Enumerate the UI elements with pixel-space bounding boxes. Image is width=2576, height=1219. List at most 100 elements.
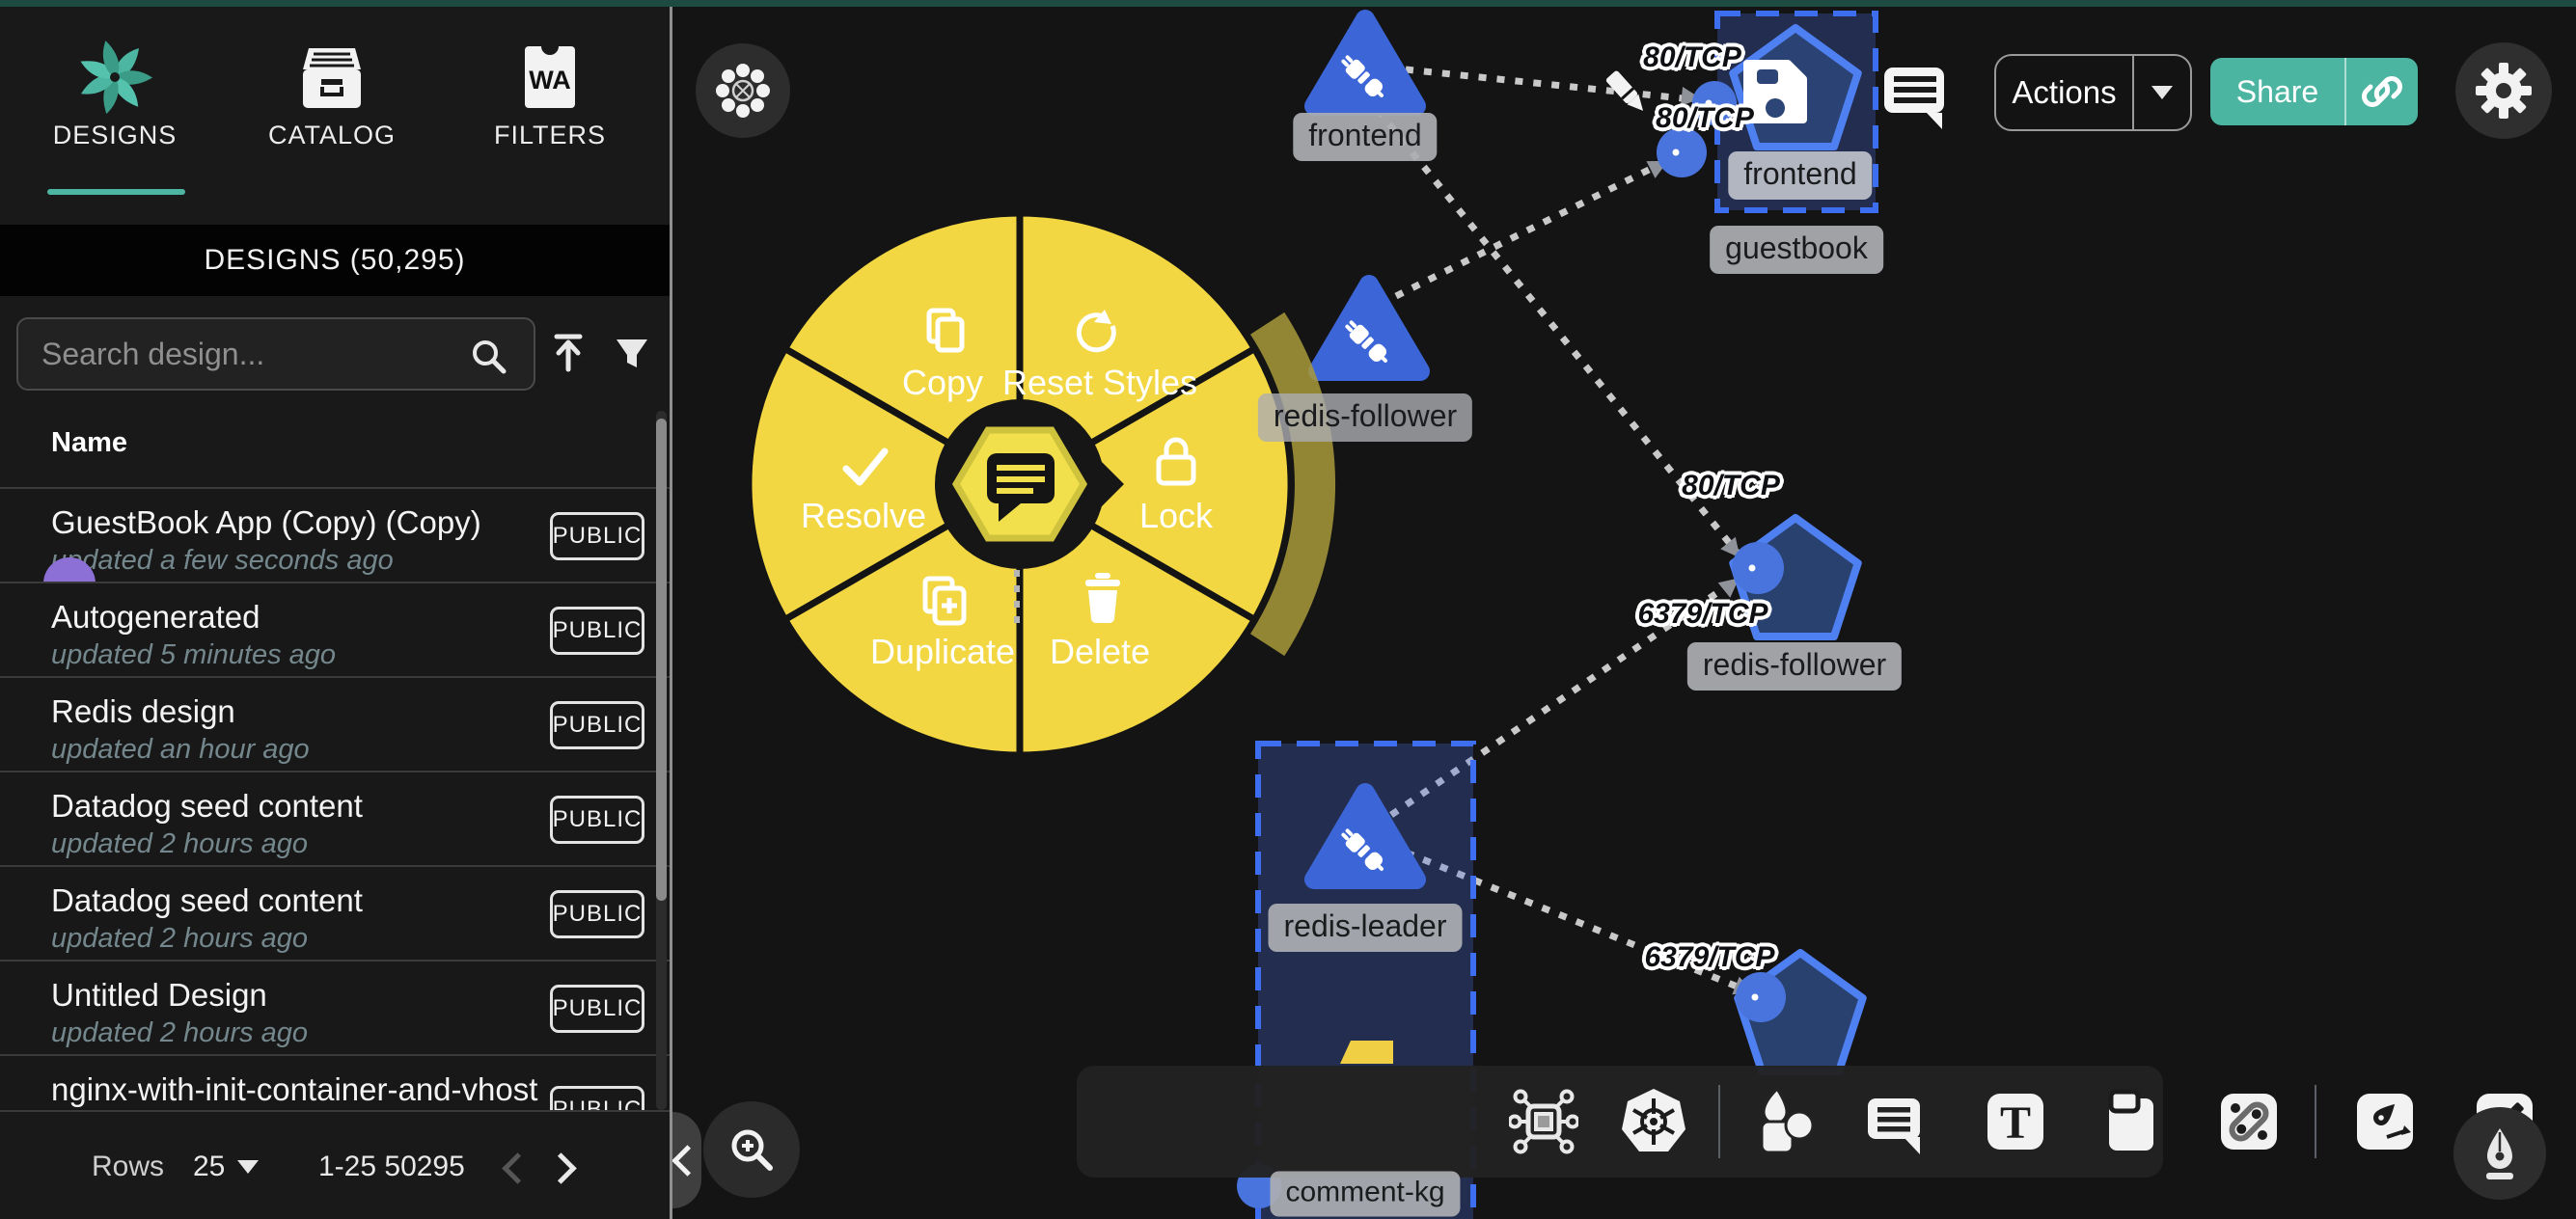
search-input[interactable] — [16, 317, 535, 391]
copy-link-button[interactable] — [2344, 58, 2418, 125]
port[interactable] — [1732, 542, 1784, 594]
edge-arrowheads — [1646, 87, 1757, 1002]
visibility-badge: PUBLIC — [550, 796, 644, 844]
page-size-caret-icon[interactable] — [237, 1160, 259, 1174]
pen-mode-button[interactable] — [2453, 1107, 2546, 1200]
page-size-select[interactable]: 25 — [193, 1151, 225, 1183]
node-label[interactable]: guestbook — [1710, 226, 1883, 274]
node-label[interactable]: redis-follower — [1687, 642, 1902, 691]
toolbar-divider — [2315, 1085, 2316, 1158]
visibility-badge: PUBLIC — [550, 985, 644, 1033]
port[interactable] — [1736, 972, 1786, 1022]
zoom-in-button[interactable] — [703, 1101, 800, 1198]
save-icon — [1747, 64, 1803, 120]
link-icon — [2361, 70, 2403, 113]
manage-relationships-button[interactable] — [696, 43, 790, 138]
design-title: Redis design — [51, 693, 235, 730]
card-tool-icon[interactable] — [2096, 1087, 2165, 1156]
visibility-badge: PUBLIC — [550, 890, 644, 938]
page-range: 1-25 50295 — [318, 1151, 465, 1183]
settings-button[interactable] — [2455, 42, 2552, 139]
catalog-archive-icon — [293, 39, 370, 116]
rows-label: Rows — [92, 1151, 164, 1183]
kubernetes-tool-icon[interactable] — [1619, 1087, 1688, 1156]
design-row[interactable]: Datadog seed content updated 2 hours ago… — [0, 865, 670, 962]
radial-label-duplicate[interactable]: Duplicate — [870, 632, 1015, 672]
design-title: Autogenerated — [51, 599, 260, 636]
edge-port-label: 80/TCP — [1643, 41, 1741, 74]
radial-context-menu — [749, 213, 1335, 755]
edge-port-label: 80/TCP — [1656, 102, 1754, 135]
collapse-sidebar-button[interactable] — [672, 1112, 701, 1208]
edge-port-label: 6379/TCP — [1637, 598, 1768, 631]
comment-icon[interactable] — [1884, 68, 1944, 129]
text-tool-icon[interactable]: T — [1981, 1087, 2050, 1156]
node-label[interactable]: redis-leader — [1269, 904, 1463, 952]
tab-catalog-label: CATALOG — [235, 121, 428, 150]
tab-designs[interactable]: DESIGNS — [18, 39, 211, 150]
design-canvas[interactable]: frontend frontend guestbook redis-follow… — [672, 0, 2576, 1219]
design-row[interactable]: GuestBook App (Copy) (Copy) updated a fe… — [0, 487, 670, 583]
filter-funnel-icon[interactable] — [610, 331, 654, 375]
wasm-filters-icon: WA — [511, 39, 589, 116]
search-icon[interactable] — [467, 335, 511, 379]
share-button[interactable]: Share — [2210, 58, 2418, 125]
node-label[interactable]: comment-kg — [1270, 1172, 1460, 1217]
link-tool-icon[interactable] — [2214, 1087, 2284, 1156]
design-title: Datadog seed content — [51, 882, 363, 919]
toolbar-divider — [1718, 1085, 1720, 1158]
comment-tool-icon[interactable] — [1859, 1087, 1929, 1156]
design-title: GuestBook App (Copy) (Copy) — [51, 504, 481, 541]
prev-page-button[interactable] — [502, 1152, 534, 1184]
radial-label-lock[interactable]: Lock — [1139, 496, 1213, 536]
design-row[interactable]: Datadog seed content updated 2 hours ago… — [0, 771, 670, 867]
tab-catalog[interactable]: CATALOG — [235, 39, 428, 150]
radial-label-reset-styles[interactable]: Reset Styles — [1002, 363, 1197, 403]
active-tab-underline — [47, 189, 185, 195]
svg-text:WA: WA — [529, 66, 571, 95]
pen-nib-icon — [2471, 1124, 2529, 1182]
design-updated: updated a few seconds ago — [51, 545, 394, 577]
design-title: nginx-with-init-container-and-vhost — [51, 1071, 537, 1108]
redis-follower-service-node[interactable] — [1318, 284, 1420, 371]
pen-tool-icon[interactable] — [2350, 1087, 2420, 1156]
top-accent-strip — [0, 0, 2576, 7]
design-updated: updated 2 hours ago — [51, 923, 308, 955]
visibility-badge: PUBLIC — [550, 607, 644, 655]
design-row[interactable]: Redis design updated an hour ago PUBLIC — [0, 676, 670, 772]
actions-button[interactable]: Actions — [1994, 54, 2192, 131]
edge-port-label: 80/TCP — [1682, 470, 1780, 502]
actions-label: Actions — [1996, 74, 2132, 111]
import-design-icon[interactable] — [546, 331, 590, 375]
edge-redisfollowersvc-guestbook[interactable] — [1396, 157, 1674, 296]
tab-filters[interactable]: WA FILTERS — [453, 39, 646, 150]
design-row[interactable]: Untitled Design updated 2 hours ago PUBL… — [0, 960, 670, 1056]
component-tool-icon[interactable] — [1509, 1087, 1578, 1156]
canvas-toolbar: T — [1077, 1066, 2163, 1178]
zoom-in-icon — [725, 1123, 779, 1177]
node-label[interactable]: frontend — [1293, 113, 1437, 161]
node-label[interactable]: redis-follower — [1258, 393, 1472, 442]
kanvas-app: DESIGNS CATALOG WA FILTERS DESIGNS ( — [0, 0, 2576, 1219]
diagram-scene — [672, 0, 2576, 1219]
visibility-badge: PUBLIC — [550, 512, 644, 560]
design-row[interactable]: Autogenerated updated 5 minutes ago PUBL… — [0, 582, 670, 678]
designs-sidebar: DESIGNS CATALOG WA FILTERS DESIGNS ( — [0, 0, 670, 1219]
radial-label-copy[interactable]: Copy — [902, 363, 983, 403]
next-page-button[interactable] — [545, 1152, 577, 1184]
flower-dots-icon — [716, 64, 770, 118]
design-title: Untitled Design — [51, 977, 267, 1014]
frontend-service-node[interactable] — [1314, 19, 1416, 106]
design-updated: updated 2 hours ago — [51, 1017, 308, 1049]
shapes-tool-icon[interactable] — [1750, 1087, 1820, 1156]
tab-designs-label: DESIGNS — [18, 121, 211, 150]
meshery-spiral-icon — [76, 39, 153, 116]
radial-label-delete[interactable]: Delete — [1050, 632, 1150, 672]
visibility-badge: PUBLIC — [550, 701, 644, 749]
sidebar-scrollbar-thumb[interactable] — [656, 419, 667, 901]
actions-dropdown-toggle[interactable] — [2132, 56, 2190, 129]
design-updated: updated 2 hours ago — [51, 828, 308, 860]
radial-label-resolve[interactable]: Resolve — [801, 496, 926, 536]
node-label[interactable]: frontend — [1728, 151, 1872, 200]
design-updated: updated 5 minutes ago — [51, 639, 336, 671]
